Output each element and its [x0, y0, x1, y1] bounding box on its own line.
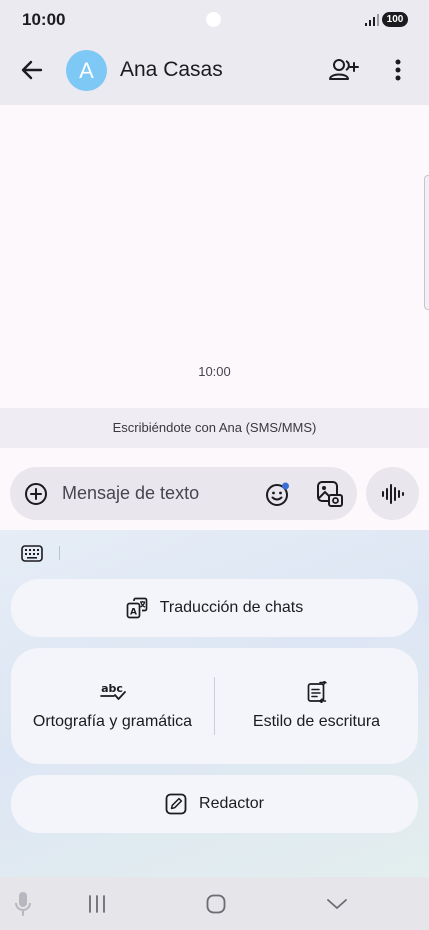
voice-input-button[interactable] [12, 890, 34, 918]
chat-translation-button[interactable]: A Traducción de chats [11, 579, 418, 637]
grammar-style-card: abc Ortografía y gramática Estilo de esc… [11, 648, 418, 764]
spellcheck-icon: abc [99, 682, 126, 700]
emoji-icon [266, 482, 289, 506]
composer-button[interactable]: Redactor [11, 775, 418, 833]
back-button[interactable] [14, 52, 50, 88]
battery-icon: 100 [382, 12, 408, 27]
composer-label: Redactor [199, 795, 264, 812]
navigation-bar [0, 877, 429, 930]
scroll-handle[interactable] [424, 175, 429, 310]
spelling-grammar-button[interactable]: abc Ortografía y gramática [11, 648, 214, 764]
gallery-icon [317, 481, 343, 507]
more-vert-icon [395, 59, 401, 81]
add-circle-icon [25, 483, 47, 505]
home-icon [206, 894, 226, 914]
signal-icon [365, 13, 379, 31]
voice-message-button[interactable] [366, 467, 419, 520]
recents-button[interactable] [84, 891, 110, 917]
add-contact-button[interactable] [326, 52, 362, 88]
back-arrow-icon [21, 60, 43, 80]
attach-button[interactable] [22, 480, 50, 508]
chat-translation-label: Traducción de chats [159, 599, 304, 616]
conversation-area[interactable]: 10:00 [0, 105, 429, 408]
status-bar: 10:00 100 [0, 0, 429, 40]
hide-keyboard-button[interactable] [323, 891, 351, 917]
keyboard-icon [21, 544, 43, 562]
compose-box [10, 467, 357, 520]
message-timestamp: 10:00 [198, 364, 231, 379]
gallery-button[interactable] [314, 478, 346, 510]
keyboard-toggle-button[interactable] [20, 543, 44, 563]
writing-style-icon [307, 681, 327, 703]
panel-separator [59, 546, 60, 560]
message-input[interactable] [62, 477, 252, 510]
contact-name[interactable]: Ana Casas [120, 58, 223, 82]
spelling-grammar-label: Ortografía y gramática [32, 713, 193, 730]
writing-style-label: Estilo de escritura [252, 713, 381, 730]
home-button[interactable] [203, 891, 229, 917]
voice-wave-icon [381, 483, 404, 504]
conversation-header: A Ana Casas [0, 40, 429, 105]
mic-icon [15, 892, 31, 916]
status-time: 10:00 [22, 10, 66, 29]
hide-keyboard-icon [327, 899, 347, 909]
svg-text:A: A [130, 608, 137, 618]
more-options-button[interactable] [384, 52, 412, 88]
compose-area [0, 448, 429, 530]
compose-pen-icon [165, 793, 187, 815]
contact-avatar[interactable]: A [66, 50, 107, 91]
add-person-icon [329, 59, 359, 80]
camera-cutout [206, 12, 221, 27]
translate-icon: A [126, 597, 148, 619]
emoji-button[interactable] [263, 479, 293, 509]
recents-icon [89, 895, 105, 913]
writing-style-button[interactable]: Estilo de escritura [215, 648, 418, 764]
svg-text:abc: abc [101, 682, 123, 695]
writing-assist-panel: A Traducción de chats abc Ortografía y g… [0, 530, 429, 877]
sms-mode-notice: Escribiéndote con Ana (SMS/MMS) [0, 408, 429, 448]
